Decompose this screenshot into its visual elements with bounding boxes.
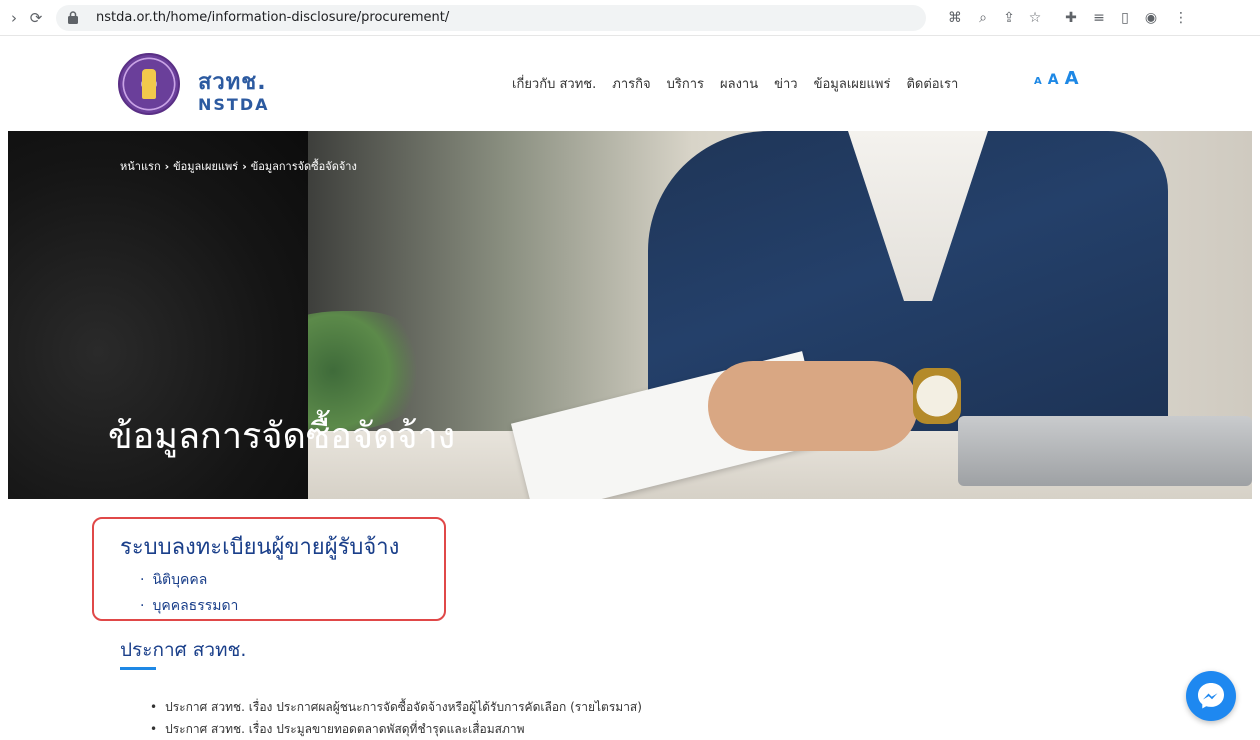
extensions-icon[interactable]: ✚ bbox=[1060, 7, 1082, 29]
page-title: ข้อมูลการจัดซื้อจัดจ้าง bbox=[108, 416, 456, 457]
breadcrumb-home[interactable]: หน้าแรก bbox=[120, 157, 161, 175]
profile-avatar-icon[interactable]: ◉ bbox=[1140, 7, 1162, 29]
bullet-icon: • bbox=[150, 722, 158, 736]
registration-link-individual[interactable]: บุคคลธรรมดา bbox=[152, 593, 238, 619]
nstda-wordmark[interactable]: สวทช. NSTDA bbox=[198, 64, 270, 114]
logo-text-th: สวทช. bbox=[198, 70, 267, 95]
share-icon[interactable]: ⇪ bbox=[998, 7, 1020, 29]
lock-icon bbox=[68, 11, 78, 24]
announcement-link[interactable]: ประกาศ สวทช. เรื่อง ประมูลขายทอดตลาดพัสด… bbox=[165, 718, 524, 740]
nav-news[interactable]: ข่าว bbox=[774, 73, 798, 94]
nstda-seal-logo[interactable] bbox=[118, 53, 180, 115]
bullet-icon: · bbox=[140, 572, 145, 588]
nav-about[interactable]: เกี่ยวกับ สวทช. bbox=[512, 73, 596, 94]
zoom-icon[interactable]: ⌕ bbox=[972, 7, 994, 29]
logo-text-en: NSTDA bbox=[198, 95, 270, 114]
font-size-small-button[interactable]: A bbox=[1034, 76, 1042, 87]
breadcrumb-current: ข้อมูลการจัดซื้อจัดจ้าง bbox=[250, 160, 357, 173]
messenger-icon bbox=[1198, 683, 1224, 709]
site-header: สวทช. NSTDA เกี่ยวกับ สวทช. ภารกิจ บริกา… bbox=[0, 36, 1260, 131]
messenger-chat-button[interactable] bbox=[1186, 671, 1236, 721]
side-panel-icon[interactable]: ▯ bbox=[1114, 7, 1136, 29]
reading-list-icon[interactable]: ≡ bbox=[1088, 7, 1110, 29]
chevron-right-icon: › bbox=[164, 159, 170, 173]
hero-banner: หน้าแรก › ข้อมูลเผยแพร่ › ข้อมูลการจัดซื… bbox=[8, 131, 1252, 499]
list-item[interactable]: · นิติบุคคล bbox=[140, 567, 238, 593]
address-bar[interactable]: nstda.or.th/home/information-disclosure/… bbox=[56, 5, 926, 31]
chevron-right-icon: › bbox=[242, 159, 247, 173]
browser-toolbar: › ⟳ nstda.or.th/home/information-disclos… bbox=[0, 0, 1260, 36]
main-content: ระบบลงทะเบียนผู้ขายผู้รับจ้าง · นิติบุคค… bbox=[0, 499, 1260, 736]
announcements-list: • ประกาศ สวทช. เรื่อง ประกาศผลผู้ชนะการจ… bbox=[150, 696, 642, 740]
announcement-link[interactable]: ประกาศ สวทช. เรื่อง ประกาศผลผู้ชนะการจัด… bbox=[165, 696, 642, 718]
bullet-icon: · bbox=[140, 598, 145, 614]
menu-kebab-icon[interactable]: ⋮ bbox=[1170, 7, 1192, 29]
breadcrumb-information[interactable]: ข้อมูลเผยแพร่ bbox=[173, 157, 238, 175]
font-size-controls: A A A bbox=[1034, 68, 1079, 89]
list-item[interactable]: · บุคคลธรรมดา bbox=[140, 593, 238, 619]
registration-link-juristic[interactable]: นิติบุคคล bbox=[152, 567, 207, 593]
breadcrumb: หน้าแรก › ข้อมูลเผยแพร่ › ข้อมูลการจัดซื… bbox=[120, 157, 357, 175]
bullet-icon: • bbox=[150, 700, 158, 714]
font-size-large-button[interactable]: A bbox=[1065, 68, 1079, 89]
main-nav: เกี่ยวกับ สวทช. ภารกิจ บริการ ผลงาน ข่าว… bbox=[512, 73, 958, 94]
translate-icon[interactable]: ⌘ bbox=[944, 7, 966, 29]
list-item[interactable]: • ประกาศ สวทช. เรื่อง ประกาศผลผู้ชนะการจ… bbox=[150, 696, 642, 718]
list-item[interactable]: • ประกาศ สวทช. เรื่อง ประมูลขายทอดตลาดพั… bbox=[150, 718, 642, 740]
forward-icon[interactable]: › bbox=[4, 8, 24, 28]
announcements-title: ประกาศ สวทช. bbox=[120, 639, 247, 661]
registration-list: · นิติบุคคล · บุคคลธรรมดา bbox=[140, 567, 238, 619]
font-size-medium-button[interactable]: A bbox=[1048, 72, 1059, 88]
nav-achievements[interactable]: ผลงาน bbox=[720, 73, 758, 94]
title-underline bbox=[120, 667, 156, 670]
nav-information[interactable]: ข้อมูลเผยแพร่ bbox=[814, 73, 891, 94]
vendor-registration-title: ระบบลงทะเบียนผู้ขายผู้รับจ้าง bbox=[120, 535, 400, 560]
url-text[interactable]: nstda.or.th/home/information-disclosure/… bbox=[96, 10, 449, 25]
nav-contact[interactable]: ติดต่อเรา bbox=[906, 73, 958, 94]
nav-mission[interactable]: ภารกิจ bbox=[612, 73, 650, 94]
reload-icon[interactable]: ⟳ bbox=[26, 8, 46, 28]
nav-services[interactable]: บริการ bbox=[667, 73, 704, 94]
bookmark-star-icon[interactable]: ☆ bbox=[1024, 7, 1046, 29]
